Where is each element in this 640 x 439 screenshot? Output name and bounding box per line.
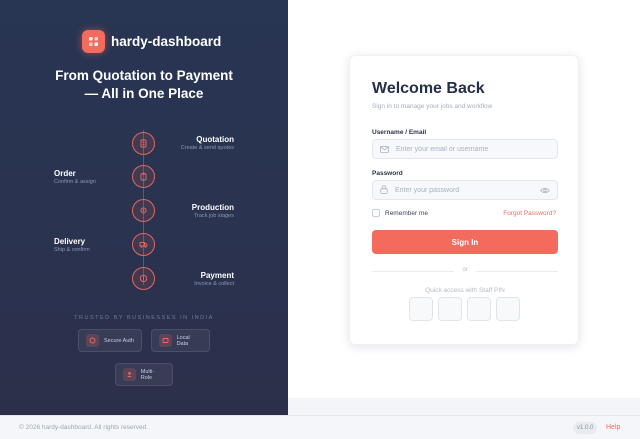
badge-local-data: Local Data <box>151 329 210 352</box>
badge-multi-role: Multi-Role <box>115 363 173 386</box>
step-subtitle-order: Confirm & assign <box>54 179 96 185</box>
username-input[interactable] <box>396 145 550 153</box>
hero-line-2: — All in One Place <box>84 86 204 101</box>
login-title: Welcome Back <box>372 80 485 97</box>
remember-checkbox[interactable] <box>372 209 380 217</box>
password-field[interactable] <box>372 180 558 200</box>
divider-or: or <box>462 267 468 273</box>
users-icon <box>123 368 136 381</box>
badge-label: Multi-Role <box>140 368 155 381</box>
brand-name: hardy-dashboard <box>111 34 222 49</box>
mail-icon <box>380 140 389 158</box>
badge-label: Secure Auth <box>104 337 134 344</box>
username-label: Username / Email <box>372 129 427 136</box>
password-input[interactable] <box>395 186 533 194</box>
trusted-caption: TRUSTED BY BUSINESSES IN INDIA <box>74 315 214 321</box>
help-link[interactable]: Help <box>606 424 620 431</box>
grid-icon <box>82 30 105 53</box>
pin-digit-4[interactable] <box>496 297 520 321</box>
username-field[interactable] <box>372 139 558 159</box>
brand-panel: hardy-dashboard From Quotation to Paymen… <box>0 0 288 415</box>
shield-icon <box>86 334 99 347</box>
clipboard-icon <box>132 165 155 188</box>
hero-headline: From Quotation to Payment — All in One P… <box>0 67 288 103</box>
step-title-payment: Payment <box>200 271 234 280</box>
pin-digit-3[interactable] <box>467 297 491 321</box>
eye-icon[interactable] <box>540 181 550 199</box>
password-label: Password <box>372 170 403 177</box>
footer: © 2026 hardy-dashboard. All rights reser… <box>0 415 640 439</box>
sign-in-button[interactable]: Sign In <box>372 230 558 254</box>
remember-label: Remember me <box>385 209 428 217</box>
divider-right <box>476 271 558 272</box>
version-badge: v1.0.0 <box>573 422 598 434</box>
document-icon <box>132 132 155 155</box>
login-card: Welcome Back Sign in to manage your jobs… <box>349 55 579 345</box>
truck-icon <box>132 233 155 256</box>
login-subtitle: Sign in to manage your jobs and workflow <box>372 103 493 110</box>
divider-left <box>372 271 454 272</box>
step-title-quotation: Quotation <box>196 135 234 144</box>
step-title-delivery: Delivery <box>54 237 86 246</box>
step-subtitle-production: Track job stages <box>193 213 234 219</box>
brand: hardy-dashboard <box>82 30 221 53</box>
copyright: © 2026 hardy-dashboard. All rights reser… <box>19 424 149 431</box>
step-title-order: Order <box>54 169 76 178</box>
badge-secure-auth: Secure Auth <box>78 329 142 352</box>
step-subtitle-payment: Invoice & collect <box>194 281 234 287</box>
pin-digit-2[interactable] <box>438 297 462 321</box>
remember-me[interactable]: Remember me <box>372 209 428 217</box>
badge-label: Local Data <box>176 334 190 347</box>
step-title-production: Production <box>191 203 234 212</box>
forgot-password-link[interactable]: Forgot Password? <box>503 210 556 217</box>
gear-icon <box>132 199 155 222</box>
quick-access-label: Quick access with Staff PIN <box>425 287 505 294</box>
pin-digit-1[interactable] <box>409 297 433 321</box>
lock-icon <box>380 181 388 199</box>
dollar-icon <box>132 267 155 290</box>
database-icon <box>159 334 172 347</box>
login-panel-base <box>288 398 640 415</box>
step-subtitle-quotation: Create & send quotes <box>180 145 234 151</box>
step-subtitle-delivery: Ship & confirm <box>54 247 90 253</box>
hero-line-1: From Quotation to Payment <box>55 68 233 83</box>
